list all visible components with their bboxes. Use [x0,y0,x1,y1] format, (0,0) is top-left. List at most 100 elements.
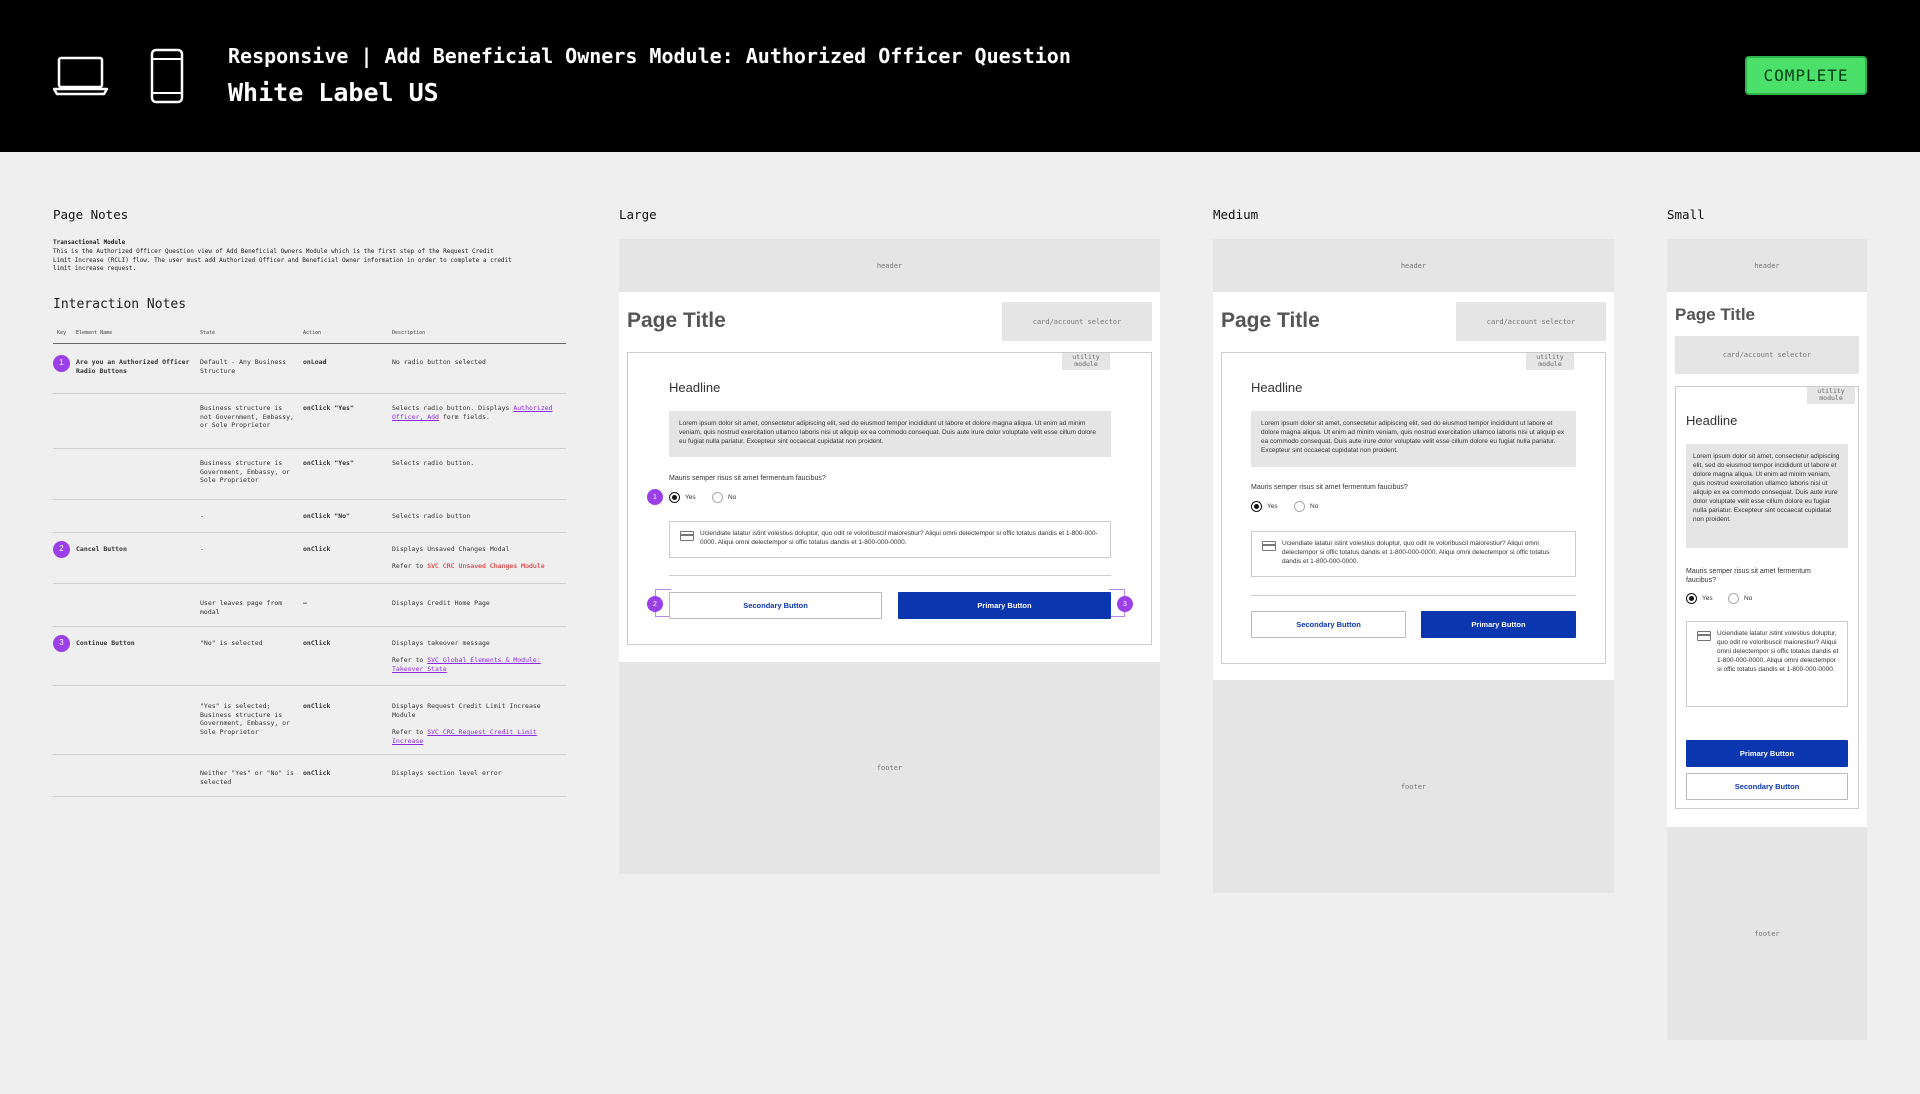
col-action: Action [303,330,322,336]
action: onLoad [303,358,327,366]
headline: Headline [1686,413,1738,428]
account-selector[interactable]: card/account selector [1456,302,1606,341]
card-icon [1697,631,1711,641]
radio-yes[interactable]: Yes [1686,593,1713,604]
action: onClick "No" [303,512,350,520]
headline: Headline [669,380,721,395]
table-row: 1 Are you an Authorized Officer Radio Bu… [53,344,566,394]
primary-button[interactable]: Primary Button [1686,740,1848,767]
state: User leaves page from modal [200,599,283,616]
large-label: Large [619,207,657,222]
module-card: utility module Headline Lorem ipsum dolo… [1675,386,1859,809]
interaction-notes-label: Interaction Notes [53,297,187,312]
medium-label: Medium [1213,207,1259,222]
radio-dot[interactable] [712,492,723,503]
account-selector[interactable]: card/account selector [1002,302,1152,341]
table-row: User leaves page from modal – Displays C… [53,584,566,627]
radio-yes[interactable]: Yes [1251,501,1278,512]
account-selector[interactable]: card/account selector [1675,336,1859,374]
action: onClick [303,702,331,710]
body-copy: Lorem ipsum dolor sit amet, consectetur … [1251,411,1576,467]
radio-dot[interactable] [1294,501,1305,512]
utility-module: utility module [1062,353,1110,370]
primary-button[interactable]: Primary Button [898,592,1111,619]
page-notes-label: Page Notes [53,207,129,222]
footer-placeholder: footer [1667,827,1867,1040]
notes-subtitle: Transactional Module [53,239,126,246]
large-wireframe: header Page Title card/account selector … [619,239,1160,874]
element-name: Are you an Authorized Officer Radio Butt… [76,358,190,375]
action: onClick [303,545,331,553]
description: Displays section level error [392,769,502,777]
secondary-button[interactable]: Secondary Button [669,592,882,619]
marker-3: 3 [1117,596,1133,612]
divider [1251,595,1576,596]
radio-dot-selected[interactable] [1686,593,1697,604]
secondary-button[interactable]: Secondary Button [1686,773,1848,800]
description: Displays Credit Home Page [392,599,490,607]
state: Business structure is Government, Embass… [200,459,291,484]
key-badge: 2 [53,541,70,558]
state: Default - Any Business Structure [200,358,287,375]
module-card: utility module Headline Lorem ipsum dolo… [1221,352,1606,664]
element-name: Cancel Button [76,545,127,553]
document-title: Responsive | Add Beneficial Owners Modul… [228,44,1071,68]
state: "No" is selected [200,639,263,647]
document-subtitle: White Label US [228,78,439,107]
description: Displays Unsaved Changes Modal [392,545,510,553]
small-label: Small [1667,207,1705,222]
radio-dot-selected[interactable] [669,492,680,503]
divider [669,575,1111,576]
authorized-officer-question: Mauris semper risus sit amet fermentum f… [1686,568,1811,584]
table-header: Key Element Name State Action Descriptio… [53,326,566,344]
phone-icon [150,48,184,104]
action: onClick "Yes" [303,459,354,467]
card-icon [1262,541,1276,551]
radio-dot-selected[interactable] [1251,501,1262,512]
secondary-button[interactable]: Secondary Button [1251,611,1406,638]
utility-module: utility module [1807,387,1855,404]
table-row: Business structure is not Government, Em… [53,394,566,449]
top-banner: Responsive | Add Beneficial Owners Modul… [0,0,1920,152]
footer-placeholder: footer [1213,680,1614,893]
body-copy: Lorem ipsum dolor sit amet, consectetur … [1686,444,1848,548]
page-title: Page Title [627,309,726,332]
footer-placeholder: footer [619,662,1160,874]
action: onClick "Yes" [303,404,354,412]
refer-note: Refer to SVC Global Elements & Module: T… [392,656,541,673]
card-icon [680,531,694,541]
info-message: Uciendiate latatur istint volestius dolu… [669,521,1111,558]
info-message: Uciendiate latatur istint volestius dolu… [1251,531,1576,577]
headline: Headline [1251,380,1303,395]
element-name: Continue Button [76,639,135,647]
small-wireframe: header Page Title card/account selector … [1667,239,1867,1040]
radio-dot[interactable] [1728,593,1739,604]
table-row: Neither "Yes" or "No" is selected onClic… [53,755,566,797]
page-title: Page Title [1675,305,1755,324]
table-row: - onClick "No" Selects radio button [53,500,566,533]
header-placeholder: header [1213,239,1614,292]
col-state: State [200,330,216,336]
radio-no[interactable]: No [1728,593,1752,604]
col-description: Description [392,330,426,336]
description: Displays takeover message [392,639,490,647]
authorized-officer-question: Mauris semper risus sit amet fermentum f… [669,475,826,482]
laptop-icon [53,56,108,96]
primary-button[interactable]: Primary Button [1421,611,1576,638]
marker-2: 2 [647,596,663,612]
radio-no[interactable]: No [712,492,736,503]
description: Displays Request Credit Limit Increase M… [392,702,541,719]
radio-yes[interactable]: Yes [669,492,696,503]
table-row: 2 Cancel Button - onClick Displays Unsav… [53,533,566,584]
radio-no[interactable]: No [1294,501,1318,512]
description: Selects radio button [392,512,471,520]
utility-module: utility module [1526,353,1574,370]
status-badge: COMPLETE [1745,56,1867,95]
state: - [200,512,204,520]
marker-1: 1 [647,489,663,505]
unsaved-changes-link[interactable]: SVC CRC Unsaved Changes Module [427,562,544,570]
info-message: Uciendiate latatur istint volestius dolu… [1686,621,1848,707]
state: Business structure is not Government, Em… [200,404,294,429]
action: – [303,599,307,607]
interaction-table: Key Element Name State Action Descriptio… [53,326,566,797]
